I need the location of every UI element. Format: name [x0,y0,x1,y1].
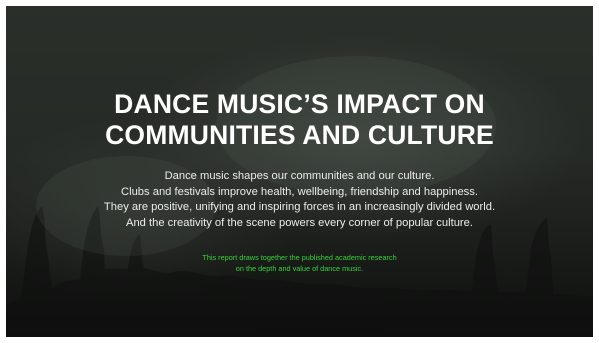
title-line: COMMUNITIES AND CULTURE [105,120,494,150]
slide-frame: DANCE MUSIC’S IMPACT ON COMMUNITIES AND … [6,6,593,337]
body-line: And the creativity of the scene powers e… [126,216,473,229]
body-line: Clubs and festivals improve health, well… [121,185,478,198]
body-line: Dance music shapes our communities and o… [164,170,435,182]
note-line: This report draws together the published… [202,253,397,262]
slide-content: DANCE MUSIC’S IMPACT ON COMMUNITIES AND … [6,6,593,337]
body-line: They are positive, unifying and inspirin… [103,201,496,213]
title-line: DANCE MUSIC’S IMPACT ON [114,89,485,119]
report-note: This report draws together the published… [6,252,593,274]
note-line: on the depth and value of dance music. [235,264,364,273]
slide-body: Dance music shapes our communities and o… [6,169,593,231]
slide-title: DANCE MUSIC’S IMPACT ON COMMUNITIES AND … [6,89,593,151]
